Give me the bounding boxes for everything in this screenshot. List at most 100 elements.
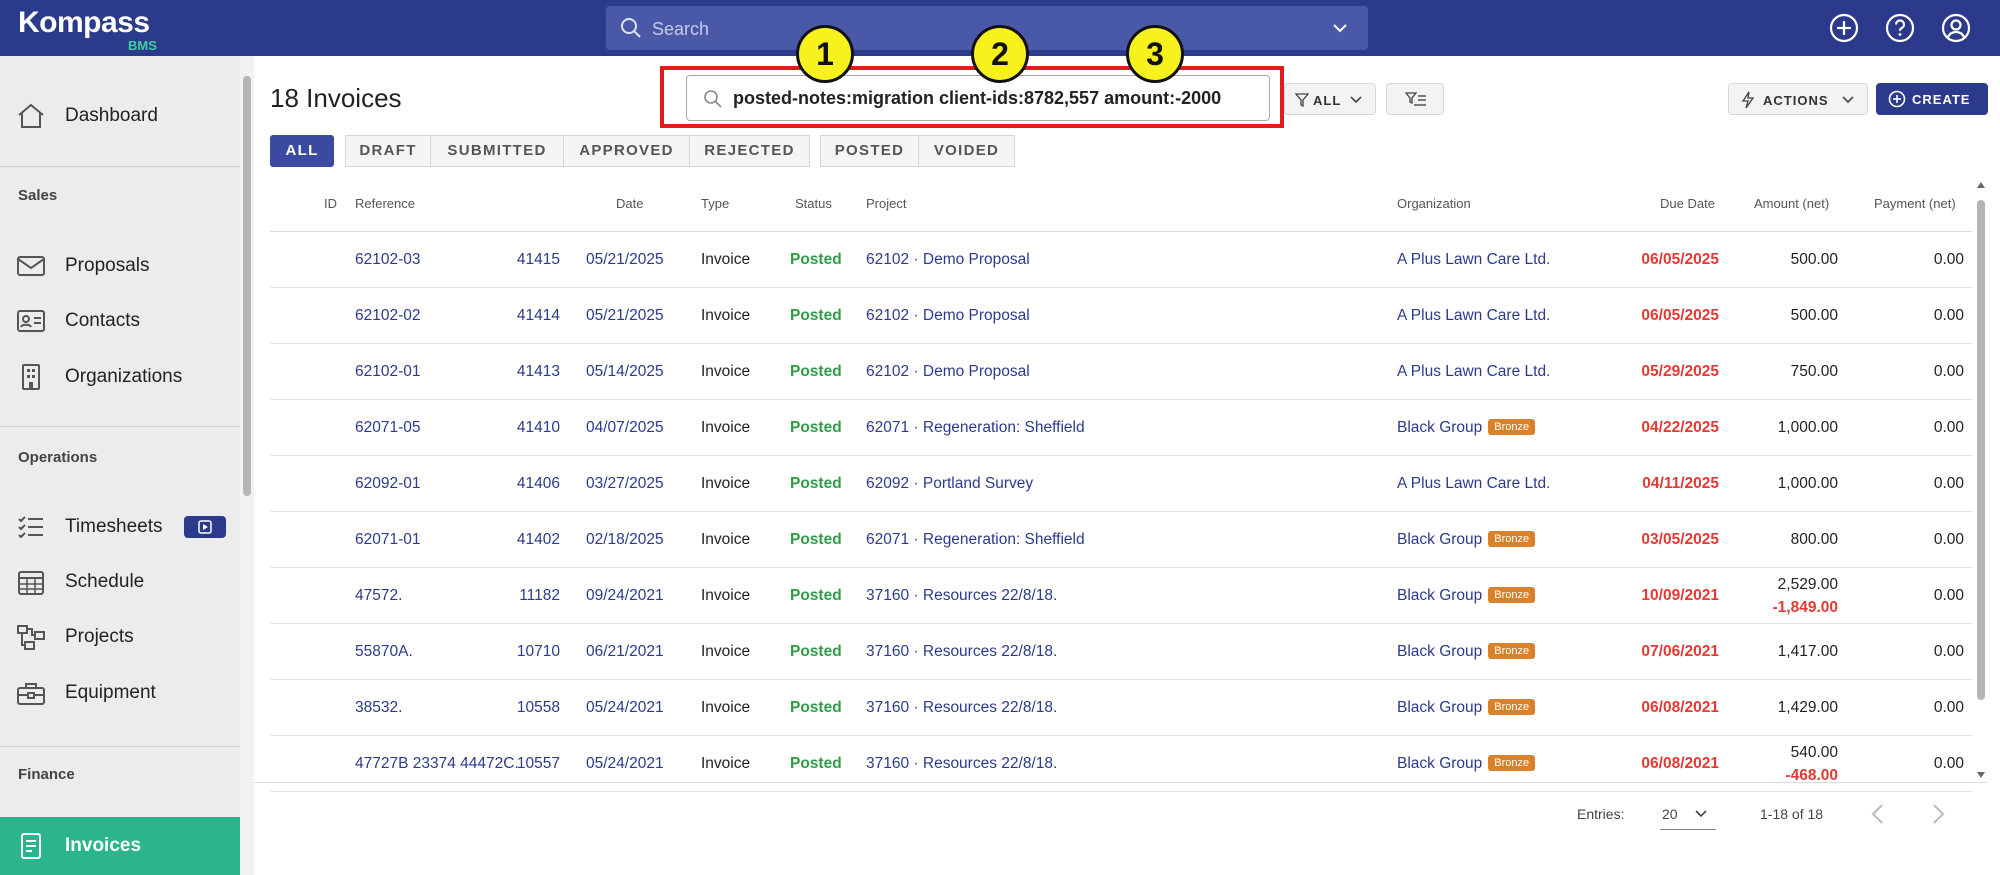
scroll-down-icon[interactable] [1976, 770, 1986, 780]
cell-organization[interactable]: A Plus Lawn Care Ltd. [1397, 475, 1550, 493]
scrollbar-thumb[interactable] [1977, 200, 1985, 700]
cell-project[interactable]: 62071 · Regeneration: Sheffield [866, 531, 1085, 549]
cell-reference[interactable]: 38532. [355, 699, 402, 717]
column-header-status[interactable]: Status [795, 196, 832, 211]
table-row[interactable]: 41410 62071-05 04/07/2025 Invoice Posted 6207… [270, 400, 1972, 456]
cell-organization[interactable]: A Plus Lawn Care Ltd. [1397, 363, 1550, 381]
table-row[interactable]: 10710 55870A. 06/21/2021 Invoice Posted 37160… [270, 624, 1972, 680]
cell-reference[interactable]: 62102-03 [355, 251, 421, 269]
cell-organization[interactable]: Black Group Bronze [1397, 755, 1536, 773]
table-row[interactable]: 41414 62102-02 05/21/2025 Invoice Posted 6210… [270, 288, 1972, 344]
previous-page-icon[interactable] [1868, 802, 1888, 826]
sidebar-item-equipment[interactable]: Equipment [0, 667, 240, 719]
cell-organization[interactable]: Black Group Bronze [1397, 419, 1536, 437]
cell-reference[interactable]: 47727B 23374 44472C. [355, 755, 519, 773]
cell-reference[interactable]: 62071-01 [355, 531, 421, 549]
sidebar-scrollbar[interactable] [240, 56, 254, 875]
cell-id[interactable]: 10557 [517, 755, 560, 773]
filter-dropdown-button[interactable]: ALL [1284, 83, 1376, 115]
column-header-project[interactable]: Project [866, 196, 906, 211]
cell-reference[interactable]: 62071-05 [355, 419, 421, 437]
tab-posted[interactable]: POSTED [820, 135, 919, 167]
cell-organization[interactable]: Black Group Bronze [1397, 531, 1536, 549]
cell-project[interactable]: 37160 · Resources 22/8/18. [866, 699, 1057, 717]
cell-payment: 0.00 [1933, 475, 1964, 492]
cell-project[interactable]: 37160 · Resources 22/8/18. [866, 643, 1057, 661]
tab-rejected[interactable]: REJECTED [689, 135, 810, 167]
cell-project[interactable]: 37160 · Resources 22/8/18. [866, 587, 1057, 605]
table-scrollbar[interactable] [1974, 180, 1988, 782]
contact-card-icon [17, 310, 45, 332]
cell-project[interactable]: 37160 · Resources 22/8/18. [866, 755, 1057, 773]
tab-all[interactable]: ALL [270, 135, 334, 167]
cell-reference[interactable]: 55870A. [355, 643, 413, 661]
column-header-organization[interactable]: Organization [1397, 196, 1471, 211]
sidebar-item-projects[interactable]: Projects [0, 611, 240, 663]
cell-project[interactable]: 62092 · Portland Survey [866, 475, 1033, 493]
create-button[interactable]: CREATE [1876, 83, 1988, 115]
sidebar-item-schedule[interactable]: Schedule [0, 556, 240, 608]
column-header-amount[interactable]: Amount (net) [1754, 196, 1829, 211]
search-icon [621, 18, 641, 38]
scroll-up-icon[interactable] [1976, 180, 1986, 190]
cell-id[interactable]: 41415 [517, 251, 560, 269]
scrollbar-thumb[interactable] [243, 76, 251, 496]
sidebar-item-invoices[interactable]: Invoices [0, 817, 240, 875]
cell-id[interactable]: 41410 [517, 419, 560, 437]
cell-project[interactable]: 62102 · Demo Proposal [866, 251, 1030, 269]
tab-voided[interactable]: VOIDED [918, 135, 1015, 167]
filter-settings-button[interactable] [1386, 83, 1444, 115]
app-logo[interactable]: Kompass BMS [18, 6, 157, 53]
sidebar-item-timesheets[interactable]: Timesheets [0, 501, 240, 553]
cell-reference[interactable]: 62102-02 [355, 307, 421, 325]
sidebar-item-proposals[interactable]: Proposals [0, 240, 240, 292]
entries-select[interactable]: 20 [1660, 800, 1716, 830]
column-header-date[interactable]: Date [616, 196, 643, 211]
cell-organization[interactable]: Black Group Bronze [1397, 643, 1536, 661]
column-header-reference[interactable]: Reference [355, 196, 415, 211]
add-circle-icon[interactable] [1828, 12, 1860, 44]
column-header-payment[interactable]: Payment (net) [1874, 196, 1956, 211]
table-row[interactable]: 41413 62102-01 05/14/2025 Invoice Posted 6210… [270, 344, 1972, 400]
tab-submitted[interactable]: SUBMITTED [430, 135, 564, 167]
actions-button[interactable]: ACTIONS [1728, 83, 1868, 115]
column-header-due-date[interactable]: Due Date [1660, 196, 1715, 211]
cell-reference[interactable]: 62102-01 [355, 363, 421, 381]
cell-organization[interactable]: Black Group Bronze [1397, 699, 1536, 717]
cell-organization[interactable]: A Plus Lawn Care Ltd. [1397, 307, 1550, 325]
cell-id[interactable]: 11182 [519, 587, 560, 605]
tab-approved[interactable]: APPROVED [563, 135, 690, 167]
sidebar-item-contacts[interactable]: Contacts [0, 295, 240, 347]
next-page-icon[interactable] [1928, 802, 1948, 826]
cell-project[interactable]: 62102 · Demo Proposal [866, 363, 1030, 381]
cell-id[interactable]: 41414 [517, 307, 560, 325]
tab-draft[interactable]: DRAFT [345, 135, 431, 167]
table-row[interactable]: 41402 62071-01 02/18/2025 Invoice Posted 6207… [270, 512, 1972, 568]
cell-reference[interactable]: 47572. [355, 587, 402, 605]
organization-name: Black Group [1397, 755, 1483, 772]
column-header-type[interactable]: Type [701, 196, 729, 211]
cell-project[interactable]: 62102 · Demo Proposal [866, 307, 1030, 325]
cell-id[interactable]: 41402 [517, 531, 560, 549]
cell-reference[interactable]: 62092-01 [355, 475, 421, 493]
table-row[interactable]: 10558 38532. 05/24/2021 Invoice Posted 37160 … [270, 680, 1972, 736]
cell-organization[interactable]: Black Group Bronze [1397, 587, 1536, 605]
cell-organization[interactable]: A Plus Lawn Care Ltd. [1397, 251, 1550, 269]
cell-id[interactable]: 41406 [517, 475, 560, 493]
table-row[interactable]: 41415 62102-03 05/21/2025 Invoice Posted 6210… [270, 232, 1972, 288]
sidebar-item-dashboard[interactable]: Dashboard [0, 90, 240, 142]
table-row[interactable]: 41406 62092-01 03/27/2025 Invoice Posted 6209… [270, 456, 1972, 512]
table-row[interactable]: 10557 47727B 23374 44472C. 05/24/2021 Invoi… [270, 736, 1972, 792]
cell-id[interactable]: 41413 [517, 363, 560, 381]
tier-badge: Bronze [1488, 419, 1536, 435]
table-row[interactable]: 11182 47572. 09/24/2021 Invoice Posted 37160 … [270, 568, 1972, 624]
chevron-down-icon[interactable] [1332, 20, 1348, 36]
account-icon[interactable] [1940, 12, 1972, 44]
cell-id[interactable]: 10558 [517, 699, 560, 717]
cell-project[interactable]: 62071 · Regeneration: Sheffield [866, 419, 1085, 437]
start-timer-button[interactable] [184, 516, 226, 538]
cell-id[interactable]: 10710 [517, 643, 560, 661]
column-header-id[interactable]: ID [324, 196, 337, 211]
help-icon[interactable] [1884, 12, 1916, 44]
sidebar-item-organizations[interactable]: Organizations [0, 351, 240, 403]
